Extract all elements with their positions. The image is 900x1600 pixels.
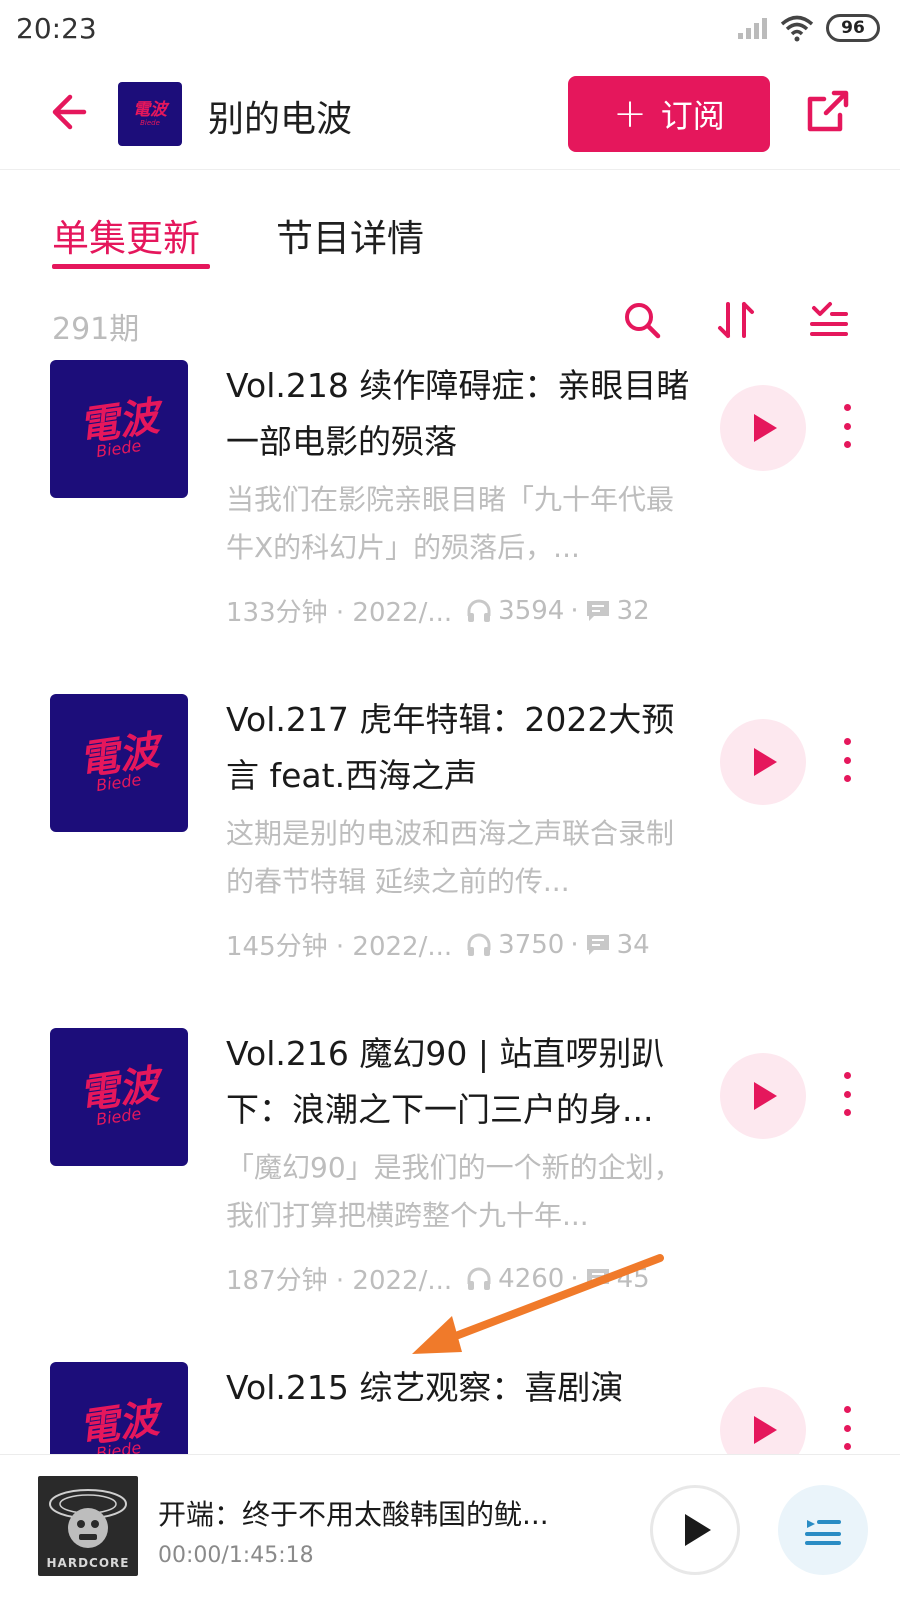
meta-separator: · bbox=[570, 595, 579, 626]
headphones-icon bbox=[467, 599, 491, 622]
tab-details[interactable]: 节目详情 bbox=[276, 208, 424, 262]
episode-count: 291期 bbox=[52, 312, 140, 347]
status-time: 20:23 bbox=[16, 12, 97, 45]
play-count: 3750 bbox=[498, 929, 565, 960]
playlist-button[interactable] bbox=[778, 1485, 868, 1575]
cover-label: HARDCORE bbox=[46, 1556, 130, 1570]
headphones-icon bbox=[467, 1267, 491, 1290]
now-playing-time: 00:00/1:45:18 bbox=[158, 1543, 314, 1568]
now-playing-cover[interactable]: HARDCORE bbox=[38, 1476, 138, 1576]
episode-meta: 187分钟 · 2022/... 4260 · 45 bbox=[226, 1260, 696, 1297]
episode-thumbnail: 電波 Biede bbox=[50, 1362, 188, 1454]
play-icon bbox=[754, 1082, 777, 1110]
episode-title[interactable]: Vol.216 魔幻90 | 站直啰别趴下：浪潮之下一门三户的身... bbox=[226, 1026, 696, 1138]
play-icon bbox=[754, 414, 777, 442]
play-count: 4260 bbox=[498, 1263, 565, 1294]
play-count: 3594 bbox=[498, 595, 565, 626]
search-icon[interactable] bbox=[620, 298, 664, 342]
episode-title[interactable]: Vol.217 虎年特辑：2022大预言 feat.西海之声 bbox=[226, 692, 696, 804]
status-bar: 20:23 96 bbox=[0, 0, 900, 62]
episode-thumbnail: 電波 Biede bbox=[50, 694, 188, 832]
more-options-icon[interactable] bbox=[832, 1072, 862, 1116]
episode-meta: 133分钟 · 2022/... 3594 · 32 bbox=[226, 592, 696, 629]
play-icon bbox=[754, 748, 777, 776]
episode-duration-date: 187分钟 · 2022/... bbox=[226, 1266, 453, 1296]
batch-select-icon[interactable] bbox=[806, 298, 850, 342]
playlist-icon bbox=[805, 1520, 841, 1545]
comment-icon bbox=[586, 934, 609, 955]
wifi-icon bbox=[780, 15, 814, 42]
play-icon bbox=[685, 1514, 711, 1546]
play-button[interactable] bbox=[720, 385, 806, 471]
play-button[interactable] bbox=[720, 1387, 806, 1454]
signal-icon bbox=[738, 18, 767, 39]
subscribe-label: 订阅 bbox=[660, 97, 725, 135]
comment-count: 45 bbox=[616, 1263, 650, 1294]
episode-description: 「魔幻90」是我们的一个新的企划，我们打算把横跨整个九十年... bbox=[226, 1151, 682, 1232]
back-arrow-icon[interactable] bbox=[44, 84, 100, 140]
episode-thumbnail: 電波 Biede bbox=[50, 1028, 188, 1166]
meta-separator: · bbox=[570, 929, 579, 960]
episode-title[interactable]: Vol.218 续作障碍症：亲眼目睹一部电影的殒落 bbox=[226, 358, 696, 470]
headphones-icon bbox=[467, 933, 491, 956]
now-playing-title[interactable]: 开端：终于不用太酸韩国的鱿... bbox=[158, 1493, 598, 1533]
comment-count: 34 bbox=[616, 929, 650, 960]
tab-episodes[interactable]: 单集更新 bbox=[52, 208, 200, 262]
play-button[interactable] bbox=[720, 719, 806, 805]
logo-text: 電波 bbox=[133, 100, 167, 120]
comment-icon bbox=[586, 1268, 609, 1289]
episode-description: 这期是别的电波和西海之声联合录制的春节特辑 延续之前的传... bbox=[226, 817, 675, 898]
meta-separator: · bbox=[570, 1263, 579, 1294]
episode-item[interactable]: 電波 Biede Vol.217 虎年特辑：2022大预言 feat.西海之声 … bbox=[0, 694, 900, 1034]
plus-icon: + bbox=[613, 91, 647, 137]
episode-meta: 145分钟 · 2022/... 3750 · 34 bbox=[226, 926, 696, 963]
episode-item[interactable]: 電波 Biede Vol.215 综艺观察：喜剧演 bbox=[0, 1362, 900, 1454]
mini-play-button[interactable] bbox=[650, 1485, 740, 1575]
episode-description: 当我们在影院亲眼目睹「九十年代最牛X的科幻片」的殒落后，... bbox=[226, 483, 675, 564]
active-tab-indicator bbox=[52, 264, 210, 269]
episode-duration-date: 133分钟 · 2022/... bbox=[226, 598, 453, 628]
podcast-title: 别的电波 bbox=[208, 99, 353, 140]
comment-count: 32 bbox=[616, 595, 650, 626]
episode-title[interactable]: Vol.215 综艺观察：喜剧演 bbox=[226, 1362, 696, 1416]
header-bar: 電波 Biede 别的电波 + 订阅 bbox=[0, 62, 900, 170]
play-button[interactable] bbox=[720, 1053, 806, 1139]
mini-player[interactable]: HARDCORE 开端：终于不用太酸韩国的鱿... 00:00/1:45:18 bbox=[0, 1454, 900, 1600]
status-icons: 96 bbox=[736, 14, 880, 42]
podcast-logo: 電波 Biede bbox=[118, 82, 182, 146]
episode-item[interactable]: 電波 Biede Vol.216 魔幻90 | 站直啰别趴下：浪潮之下一门三户的… bbox=[0, 1028, 900, 1368]
more-options-icon[interactable] bbox=[832, 404, 862, 448]
more-options-icon[interactable] bbox=[832, 1406, 862, 1450]
comment-icon bbox=[586, 600, 609, 621]
subscribe-button[interactable]: + 订阅 bbox=[568, 76, 770, 152]
sort-icon[interactable] bbox=[714, 298, 758, 342]
share-icon[interactable] bbox=[804, 87, 852, 135]
logo-subtext: Biede bbox=[140, 119, 160, 127]
more-options-icon[interactable] bbox=[832, 738, 862, 782]
battery-indicator: 96 bbox=[826, 14, 880, 42]
episode-duration-date: 145分钟 · 2022/... bbox=[226, 932, 453, 962]
episode-thumbnail: 電波 Biede bbox=[50, 360, 188, 498]
episode-item[interactable]: 電波 Biede Vol.218 续作障碍症：亲眼目睹一部电影的殒落 当我们在影… bbox=[0, 360, 900, 700]
play-icon bbox=[754, 1416, 777, 1444]
